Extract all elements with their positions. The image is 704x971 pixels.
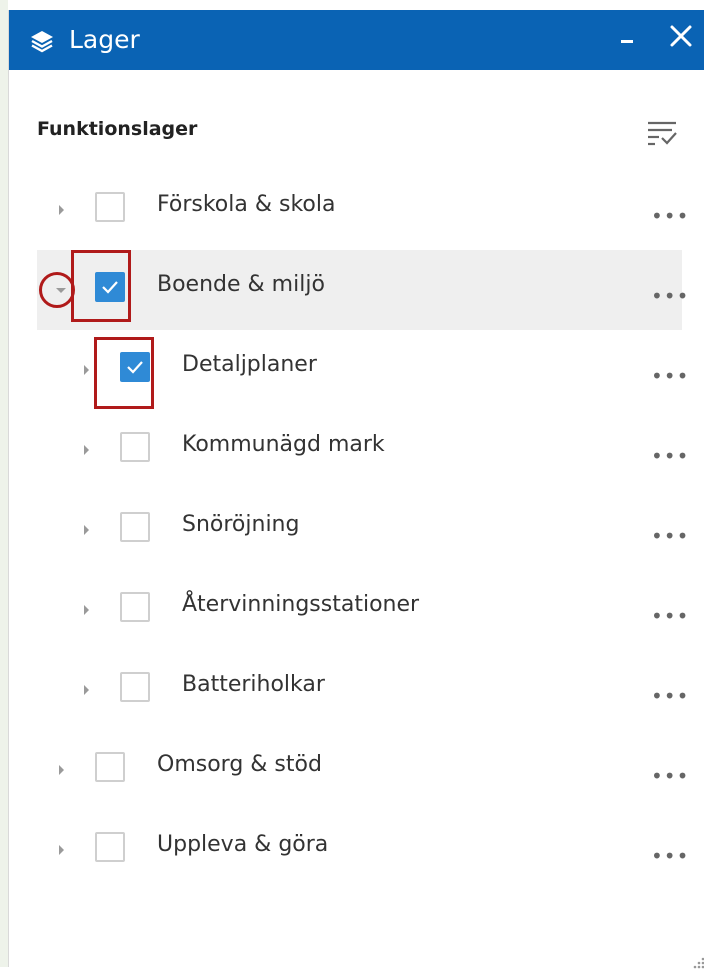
more-options-icon[interactable]: ••• <box>651 606 689 626</box>
layer-label: Boende & miljö <box>157 272 325 297</box>
layer-row[interactable]: Förskola & skola ••• <box>37 170 688 250</box>
resize-grip-icon[interactable] <box>689 955 704 971</box>
caret-right-icon[interactable] <box>55 844 67 856</box>
layer-label: Omsorg & stöd <box>157 752 322 777</box>
minimize-icon[interactable] <box>621 40 633 43</box>
map-edge <box>0 0 8 967</box>
more-options-icon[interactable]: ••• <box>651 366 689 386</box>
layer-row[interactable]: Omsorg & stöd ••• <box>37 730 688 810</box>
caret-right-icon[interactable] <box>80 524 92 536</box>
caret-right-icon[interactable] <box>80 604 92 616</box>
layer-row[interactable]: Kommunägd mark ••• <box>37 410 688 490</box>
layer-label: Förskola & skola <box>157 192 336 217</box>
more-options-icon[interactable]: ••• <box>651 846 689 866</box>
layer-checkbox[interactable] <box>120 592 150 622</box>
layer-row[interactable]: Återvinningsstationer ••• <box>37 570 688 650</box>
panel-header: Lager <box>9 10 704 70</box>
layer-label: Detaljplaner <box>182 352 317 377</box>
panel-title: Lager <box>69 25 140 54</box>
layer-row[interactable]: Boende & miljö ••• <box>37 250 688 330</box>
layer-checkbox[interactable] <box>95 832 125 862</box>
layer-checkbox[interactable] <box>95 192 125 222</box>
caret-right-icon[interactable] <box>55 764 67 776</box>
caret-right-icon[interactable] <box>80 444 92 456</box>
layer-label: Kommunägd mark <box>182 432 385 457</box>
layer-list-panel: Lager Funktionslager Förskola & skola •••… <box>8 10 704 969</box>
more-options-icon[interactable]: ••• <box>651 206 689 226</box>
annotation-circle <box>39 272 75 308</box>
caret-right-icon[interactable] <box>80 364 92 376</box>
layer-row[interactable]: Snöröjning ••• <box>37 490 688 570</box>
layer-checkbox[interactable] <box>120 432 150 462</box>
layer-label: Snöröjning <box>182 512 300 537</box>
more-options-icon[interactable]: ••• <box>651 526 689 546</box>
layer-checkbox[interactable] <box>120 672 150 702</box>
layer-checkbox[interactable] <box>120 512 150 542</box>
more-options-icon[interactable]: ••• <box>651 766 689 786</box>
caret-right-icon[interactable] <box>55 204 67 216</box>
annotation-box <box>94 337 154 409</box>
layer-label: Återvinningsstationer <box>182 592 420 617</box>
more-options-icon[interactable]: ••• <box>651 286 689 306</box>
filter-list-icon[interactable] <box>645 114 679 148</box>
close-icon[interactable] <box>669 24 693 48</box>
layers-icon <box>31 31 53 53</box>
section-title: Funktionslager <box>37 118 198 140</box>
layer-row[interactable]: Uppleva & göra ••• <box>37 810 688 890</box>
more-options-icon[interactable]: ••• <box>651 686 689 706</box>
layer-row[interactable]: Batteriholkar ••• <box>37 650 688 730</box>
more-options-icon[interactable]: ••• <box>651 446 689 466</box>
layer-label: Uppleva & göra <box>157 832 329 857</box>
layer-checkbox[interactable] <box>95 752 125 782</box>
annotation-box <box>71 250 131 322</box>
caret-right-icon[interactable] <box>80 684 92 696</box>
layer-label: Batteriholkar <box>182 672 325 697</box>
